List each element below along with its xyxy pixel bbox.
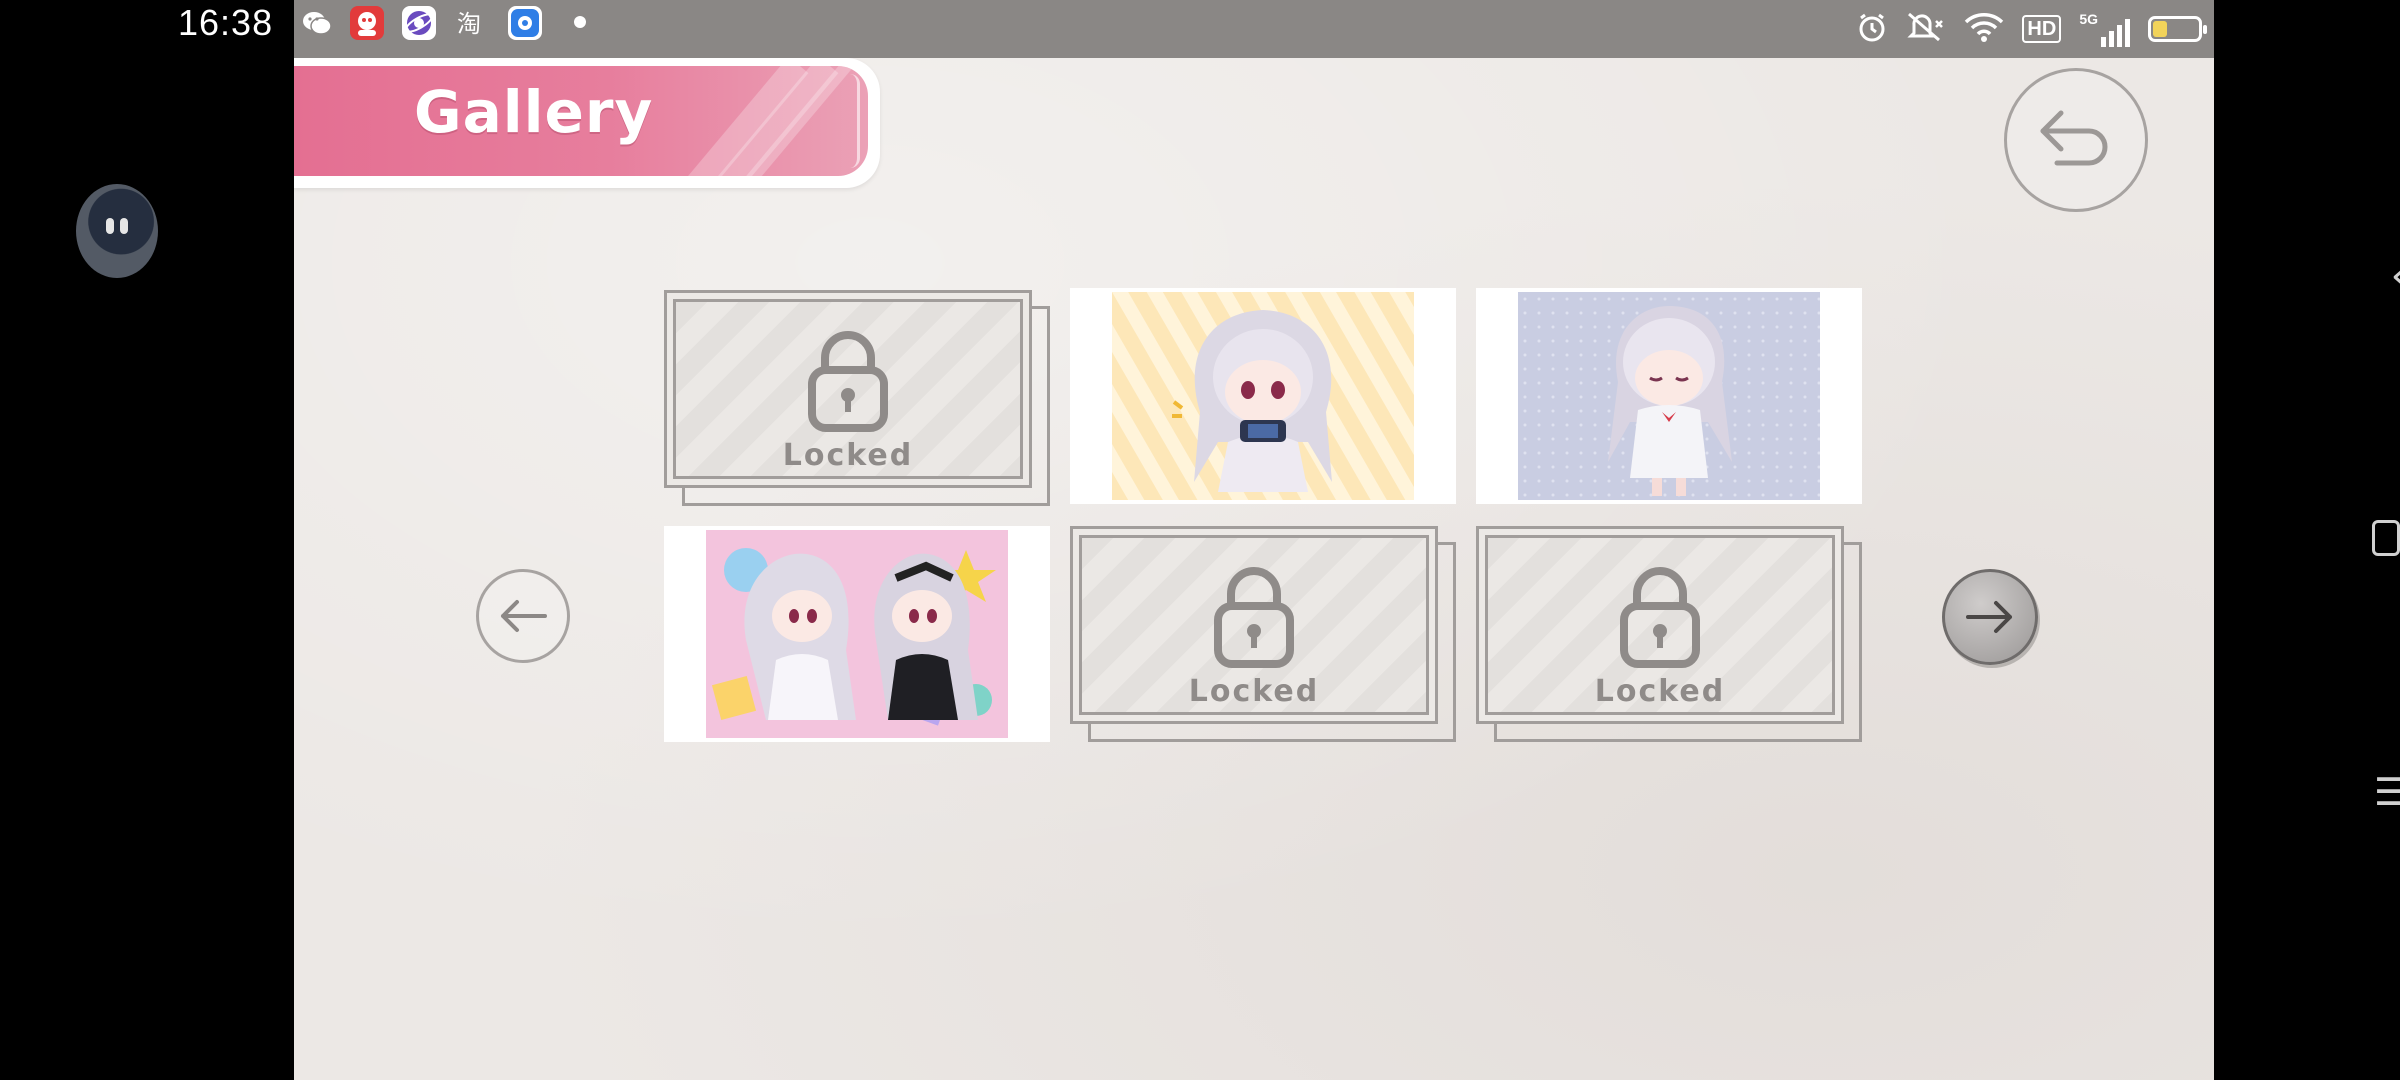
gallery-tile-locked[interactable]: Locked: [664, 290, 1050, 506]
padlock-icon: [1214, 567, 1294, 668]
cg-thumbnail: [1518, 292, 1820, 500]
padlock-icon: [1620, 567, 1700, 668]
gallery-tile-locked[interactable]: Locked: [1070, 526, 1456, 742]
padlock-icon: [808, 331, 888, 432]
5g-signal-icon: 5G: [2079, 11, 2130, 47]
nav-home-icon[interactable]: [2372, 520, 2400, 556]
taobao-icon: 淘: [454, 6, 488, 40]
svg-text:淘: 淘: [457, 10, 481, 38]
cg-thumbnail: [706, 530, 1008, 738]
arrow-right-icon: [1966, 601, 2012, 633]
nav-recents-icon[interactable]: ☰: [2374, 770, 2400, 814]
app-icon-2: [402, 6, 436, 40]
alarm-icon: [1856, 11, 1888, 48]
network-label: 5G: [2079, 11, 2098, 27]
gallery-tile-locked[interactable]: Locked: [1476, 526, 1862, 742]
gallery-tile-unlocked[interactable]: [1476, 288, 1862, 504]
navigation-bar: ‹ ☰: [2214, 0, 2400, 1080]
app-icon-1: [350, 6, 384, 40]
app-icon-3: [508, 6, 542, 40]
next-page-button[interactable]: [1942, 569, 2038, 665]
return-button[interactable]: [2004, 68, 2148, 212]
locked-label: Locked: [1188, 674, 1320, 709]
mute-icon: [1906, 11, 1946, 48]
hd-icon: HD: [2022, 15, 2062, 43]
previous-page-button[interactable]: [476, 569, 570, 663]
title-banner: Gallery: [294, 58, 880, 188]
status-bar: 16:38 淘 HD 5G: [0, 0, 2214, 58]
gallery-tile-unlocked[interactable]: [664, 526, 1050, 742]
locked-label: Locked: [1594, 674, 1726, 709]
status-time: 16:38: [178, 2, 274, 43]
gallery-screen: Gallery Locked Locked Locked: [294, 58, 2214, 1080]
locked-label: Locked: [782, 438, 914, 473]
return-arrow-icon: [2040, 110, 2108, 166]
floating-assistant-button[interactable]: [76, 184, 158, 278]
wechat-icon: [300, 6, 334, 40]
gallery-tile-unlocked[interactable]: [1070, 288, 1456, 504]
wifi-icon: [1964, 11, 2004, 48]
page-title: Gallery: [414, 78, 654, 146]
cg-thumbnail: [1112, 292, 1414, 500]
nav-back-icon[interactable]: ‹: [2390, 250, 2400, 301]
arrow-left-icon: [501, 600, 547, 632]
dot-icon: [574, 16, 586, 28]
battery-icon: [2148, 16, 2207, 42]
